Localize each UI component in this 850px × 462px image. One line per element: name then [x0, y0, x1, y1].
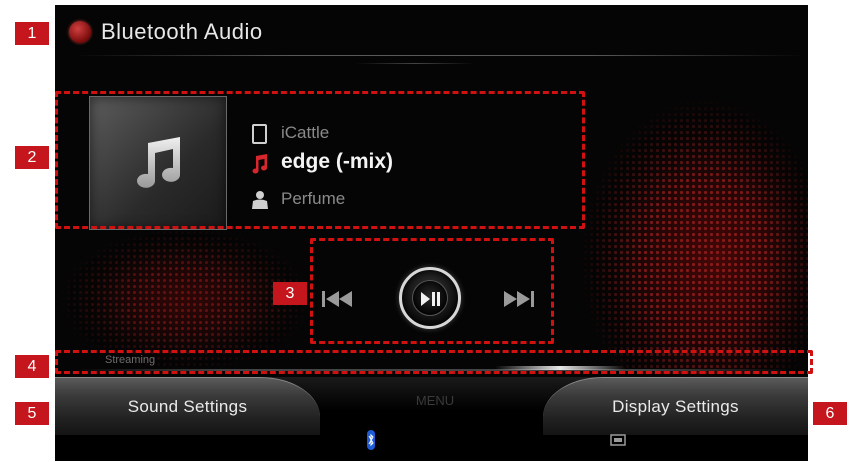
display-settings-button[interactable]: Display Settings: [543, 377, 808, 435]
callout-frame-controls: [310, 238, 554, 344]
app-title: Bluetooth Audio: [101, 19, 263, 44]
callout-badge-5: 5: [15, 402, 49, 425]
header-divider-secondary: [355, 63, 475, 64]
kia-logo-icon: [69, 21, 91, 43]
callout-badge-4: 4: [15, 355, 49, 378]
callout-badge-3: 3: [273, 282, 307, 305]
header: Bluetooth Audio: [55, 5, 808, 64]
callout-badge-2: 2: [15, 146, 49, 169]
aux-icon: [610, 434, 626, 446]
bluetooth-icon: [367, 430, 375, 450]
callout-badge-6: 6: [813, 402, 847, 425]
callout-frame-status-bar: [55, 350, 813, 374]
menu-label: MENU: [415, 393, 455, 408]
header-divider: [75, 55, 805, 56]
callout-badge-1: 1: [15, 22, 49, 45]
callout-frame-track-info: [55, 91, 585, 229]
bottom-bar: Sound Settings MENU Display Settings: [55, 377, 808, 461]
sound-settings-button[interactable]: Sound Settings: [55, 377, 320, 435]
head-unit-screen: Bluetooth Audio iCattle edge (-mix) Perf…: [55, 5, 808, 461]
